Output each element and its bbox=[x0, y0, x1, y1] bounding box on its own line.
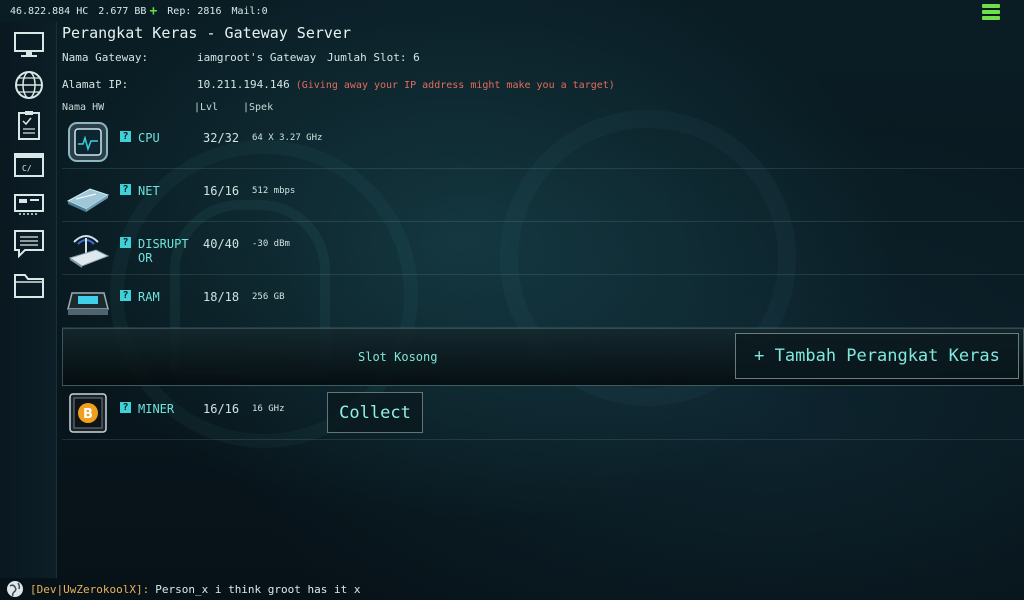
ip-address: 10.211.194.146 (Giving away your IP addre… bbox=[197, 78, 615, 91]
svg-text:B: B bbox=[83, 407, 93, 422]
chat-icon[interactable] bbox=[13, 228, 45, 259]
hardware-level: 16/16 bbox=[203, 184, 240, 198]
column-level: |Lvl bbox=[194, 102, 219, 113]
hardware-name: NET bbox=[138, 184, 160, 198]
ip-value: 10.211.194.146 bbox=[197, 78, 290, 91]
chat-message: Person_x i think groot has it x bbox=[155, 582, 361, 596]
hardware-level: 40/40 bbox=[203, 237, 240, 251]
ip-warning: (Giving away your IP address might make … bbox=[295, 80, 615, 91]
column-spec: |Spek bbox=[243, 102, 274, 113]
gateway-name: iamgroot's Gateway bbox=[197, 51, 317, 64]
hardware-spec: 64 X 3.27 GHz bbox=[252, 133, 323, 143]
chat-globe-icon[interactable] bbox=[6, 580, 24, 598]
network-card-icon bbox=[66, 175, 110, 215]
hardware-spec: 256 GB bbox=[252, 292, 285, 302]
hardware-spec: 16 GHz bbox=[252, 404, 285, 414]
router-icon bbox=[66, 228, 110, 268]
hardware-name: RAM bbox=[138, 290, 160, 304]
hardware-row-net[interactable]: ? NET 16/16 512 mbps bbox=[62, 169, 1024, 222]
add-currency-icon[interactable]: + bbox=[149, 4, 157, 19]
ram-icon bbox=[66, 281, 110, 321]
hc-balance: 46.822.884 HC bbox=[10, 5, 89, 17]
hardware-spec: 512 mbps bbox=[252, 186, 296, 196]
reputation: Rep: 2816 bbox=[167, 5, 222, 17]
monitor-icon[interactable] bbox=[13, 30, 45, 60]
hardware-name: DISRUPT OR bbox=[138, 237, 189, 265]
menu-icon[interactable] bbox=[982, 4, 1000, 22]
empty-slot-label: Slot Kosong bbox=[358, 350, 438, 364]
info-icon[interactable]: ? bbox=[120, 184, 131, 195]
hardware-row-disruptor[interactable]: ? DISRUPT OR 40/40 -30 dBm bbox=[62, 222, 1024, 275]
hardware-level: 32/32 bbox=[203, 131, 240, 145]
hardware-spec: -30 dBm bbox=[252, 239, 290, 249]
svg-text:C/: C/ bbox=[22, 164, 32, 173]
gateway-info: Nama Gateway: iamgroot's Gateway Jumlah … bbox=[62, 51, 420, 64]
cpu-icon bbox=[66, 122, 110, 162]
info-icon[interactable]: ? bbox=[120, 290, 131, 301]
hardware-name: CPU bbox=[138, 131, 160, 145]
folder-icon[interactable] bbox=[13, 270, 45, 300]
hardware-level: 18/18 bbox=[203, 290, 240, 304]
ip-info: Alamat IP: 10.211.194.146 (Giving away yo… bbox=[62, 78, 615, 91]
terminal-icon[interactable]: C/ bbox=[13, 150, 45, 180]
gateway-label: Nama Gateway: bbox=[62, 51, 149, 64]
bb-balance: 2.677 BB bbox=[98, 5, 147, 17]
hardware-name: MINER bbox=[138, 402, 175, 416]
add-hardware-button[interactable]: + Tambah Perangkat Keras bbox=[735, 333, 1019, 379]
ip-label: Alamat IP: bbox=[62, 78, 129, 91]
column-name: Nama HW bbox=[62, 102, 105, 113]
sidebar: C/ bbox=[0, 22, 57, 578]
info-icon[interactable]: ? bbox=[120, 131, 131, 142]
hardware-row-miner[interactable]: B ? MINER 16/16 16 GHz bbox=[62, 387, 1024, 440]
status-bar: 46.822.884 HC 2.677 BB + Rep: 2816 Mail:… bbox=[0, 0, 1024, 22]
info-icon[interactable]: ? bbox=[120, 402, 131, 413]
info-icon[interactable]: ? bbox=[120, 237, 131, 248]
slot-count: Jumlah Slot: 6 bbox=[327, 51, 420, 64]
page-title: Perangkat Keras - Gateway Server bbox=[62, 24, 351, 42]
hardware-row-ram[interactable]: ? RAM 18/18 256 GB bbox=[62, 275, 1024, 328]
empty-slot: Slot Kosong + Tambah Perangkat Keras bbox=[62, 328, 1024, 386]
hardware-level: 16/16 bbox=[203, 402, 240, 416]
hardware-row-cpu[interactable]: ? CPU 32/32 64 X 3.27 GHz bbox=[62, 116, 1024, 169]
globe-icon[interactable] bbox=[13, 70, 45, 100]
clipboard-icon[interactable] bbox=[13, 110, 45, 140]
bitcoin-miner-icon: B bbox=[66, 393, 110, 433]
mail-count[interactable]: Mail:0 bbox=[231, 6, 267, 17]
collect-button[interactable]: Collect bbox=[327, 392, 423, 433]
hardware-icon[interactable] bbox=[13, 188, 45, 218]
chat-bar[interactable]: [Dev|UwZerokoolX]: Person_x i think groo… bbox=[0, 578, 1024, 600]
chat-username[interactable]: [Dev|UwZerokoolX]: bbox=[30, 583, 149, 596]
